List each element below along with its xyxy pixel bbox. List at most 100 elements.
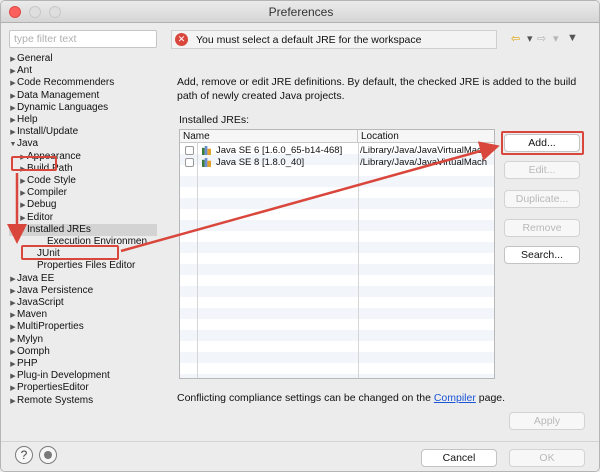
table-stripe: [180, 308, 494, 319]
tree-item-label: Compiler: [27, 187, 68, 199]
tree-item[interactable]: ▶MultiProperties: [9, 321, 157, 333]
table-row[interactable]: Java SE 8 [1.8.0_40] /Library/Java/JavaVi…: [180, 157, 494, 168]
tree-item-label: Java Persistence: [17, 284, 94, 296]
tree-item[interactable]: ▶Code Recommenders: [9, 77, 157, 89]
tree-item[interactable]: ▶Maven: [9, 309, 157, 321]
search-button[interactable]: Search...: [504, 246, 580, 264]
table-stripe: [180, 374, 494, 378]
column-header-location[interactable]: Location: [358, 130, 494, 143]
tree-item-label: Properties Files Editor: [37, 260, 136, 272]
collapsed-arrow-icon[interactable]: ▶: [19, 200, 27, 212]
page-description: Add, remove or edit JRE definitions. By …: [177, 76, 577, 102]
tree-item-label: Debug: [27, 199, 57, 211]
tree-item[interactable]: ▶Editor: [9, 212, 157, 224]
filter-input[interactable]: [9, 30, 157, 48]
collapsed-arrow-icon[interactable]: ▶: [9, 54, 17, 66]
tree-item[interactable]: ▶Remote Systems: [9, 395, 157, 407]
view-menu-icon[interactable]: ▼: [567, 32, 578, 44]
tree-item[interactable]: ▶Code Style: [9, 175, 157, 187]
expanded-arrow-icon[interactable]: ▼: [9, 139, 17, 151]
table-stripe: [180, 264, 494, 275]
compliance-text: Conflicting compliance settings can be c…: [177, 392, 434, 404]
collapsed-arrow-icon[interactable]: ▶: [19, 188, 27, 200]
ok-button[interactable]: OK: [509, 449, 585, 467]
expanded-arrow-icon[interactable]: ▼: [19, 225, 27, 237]
remove-button[interactable]: Remove: [504, 219, 580, 237]
forward-arrow-icon[interactable]: ⇨: [537, 32, 546, 45]
tree-item[interactable]: ▶Oomph: [9, 346, 157, 358]
collapsed-arrow-icon[interactable]: ▶: [9, 371, 17, 383]
collapsed-arrow-icon[interactable]: ▶: [9, 78, 17, 90]
tree-item[interactable]: ▶Data Management: [9, 90, 157, 102]
collapsed-arrow-icon[interactable]: ▶: [9, 322, 17, 334]
collapsed-arrow-icon[interactable]: ▶: [9, 347, 17, 359]
table-stripe: [180, 286, 494, 297]
collapsed-arrow-icon[interactable]: ▶: [9, 66, 17, 78]
cancel-button[interactable]: Cancel: [421, 449, 497, 467]
collapsed-arrow-icon[interactable]: ▶: [19, 213, 27, 225]
tree-item-label: General: [17, 53, 53, 64]
jre-checkbox[interactable]: [185, 146, 194, 155]
forward-menu-icon[interactable]: ▾: [553, 32, 559, 45]
collapsed-arrow-icon[interactable]: ▶: [9, 91, 17, 103]
tree-item[interactable]: ▶JavaScript: [9, 297, 157, 309]
help-icon[interactable]: ?: [15, 446, 33, 464]
tree-item-label: Plug-in Development: [17, 370, 110, 382]
error-icon: ✕: [175, 33, 188, 46]
collapsed-arrow-icon[interactable]: ▶: [9, 335, 17, 347]
collapsed-arrow-icon[interactable]: ▶: [9, 115, 17, 127]
compiler-link[interactable]: Compiler: [434, 392, 476, 404]
tree-item[interactable]: Properties Files Editor: [9, 260, 157, 272]
tree-item[interactable]: ▶Mylyn: [9, 334, 157, 346]
jre-checkbox[interactable]: [185, 158, 194, 167]
tree-item[interactable]: ▶Help: [9, 114, 157, 126]
highlight-installed-jres: [21, 245, 119, 260]
tree-item[interactable]: ▶Dynamic Languages: [9, 102, 157, 114]
table-stripe: [180, 242, 494, 253]
apply-button[interactable]: Apply: [509, 412, 585, 430]
tree-item[interactable]: ▶General: [9, 53, 157, 65]
table-stripe: [180, 198, 494, 209]
tree-item[interactable]: ▶PropertiesEditor: [9, 382, 157, 394]
compliance-suffix: page.: [475, 392, 506, 404]
back-menu-icon[interactable]: ▾: [527, 32, 533, 45]
collapsed-arrow-icon[interactable]: ▶: [9, 274, 17, 286]
tree-item[interactable]: ▶PHP: [9, 358, 157, 370]
collapsed-arrow-icon[interactable]: ▶: [9, 310, 17, 322]
tree-item-label: Ant: [17, 65, 33, 77]
tree-item[interactable]: ▶Java Persistence: [9, 285, 157, 297]
column-header-name[interactable]: Name: [180, 130, 358, 143]
tree-item-label: Maven: [17, 309, 48, 321]
tree-item[interactable]: ▼Java: [9, 138, 157, 150]
highlight-java: [11, 156, 57, 171]
collapsed-arrow-icon[interactable]: ▶: [19, 176, 27, 188]
tree-item-label: Dynamic Languages: [17, 101, 109, 113]
installed-jres-table[interactable]: Name Location Java SE 6 [1.6.0_65-b14-46…: [179, 129, 495, 379]
collapsed-arrow-icon[interactable]: ▶: [9, 286, 17, 298]
table-stripe: [180, 176, 494, 187]
tree-item[interactable]: ▶Java EE: [9, 273, 157, 285]
tree-item-label: Editor: [27, 211, 54, 223]
record-macro-icon[interactable]: [39, 446, 57, 464]
collapsed-arrow-icon[interactable]: ▶: [9, 359, 17, 371]
collapsed-arrow-icon[interactable]: ▶: [9, 127, 17, 139]
tree-item-label: Java EE: [17, 272, 55, 284]
collapsed-arrow-icon[interactable]: ▶: [9, 298, 17, 310]
collapsed-arrow-icon[interactable]: ▶: [9, 396, 17, 408]
collapsed-arrow-icon[interactable]: ▶: [9, 103, 17, 115]
duplicate-button[interactable]: Duplicate...: [504, 190, 580, 208]
tree-item[interactable]: ▼Installed JREs: [9, 223, 157, 237]
edit-button[interactable]: Edit...: [504, 161, 580, 179]
tree-item[interactable]: ▶Ant: [9, 65, 157, 77]
tree-item[interactable]: ▶Install/Update: [9, 126, 157, 138]
tree-item[interactable]: ▶Debug: [9, 199, 157, 211]
collapsed-arrow-icon[interactable]: ▶: [9, 383, 17, 395]
tree-item[interactable]: ▶Plug-in Development: [9, 370, 157, 382]
window-title: Preferences: [268, 5, 334, 19]
tree-item-label: Code Style: [27, 175, 76, 186]
jre-name: Java SE 6 [1.6.0_65-b14-468]: [216, 145, 343, 156]
jre-location: /Library/Java/JavaVirtualMach: [360, 145, 488, 156]
table-row[interactable]: Java SE 6 [1.6.0_65-b14-468] /Library/Jav…: [180, 145, 494, 156]
back-arrow-icon[interactable]: ⇦: [511, 32, 520, 45]
tree-item[interactable]: ▶Compiler: [9, 187, 157, 199]
